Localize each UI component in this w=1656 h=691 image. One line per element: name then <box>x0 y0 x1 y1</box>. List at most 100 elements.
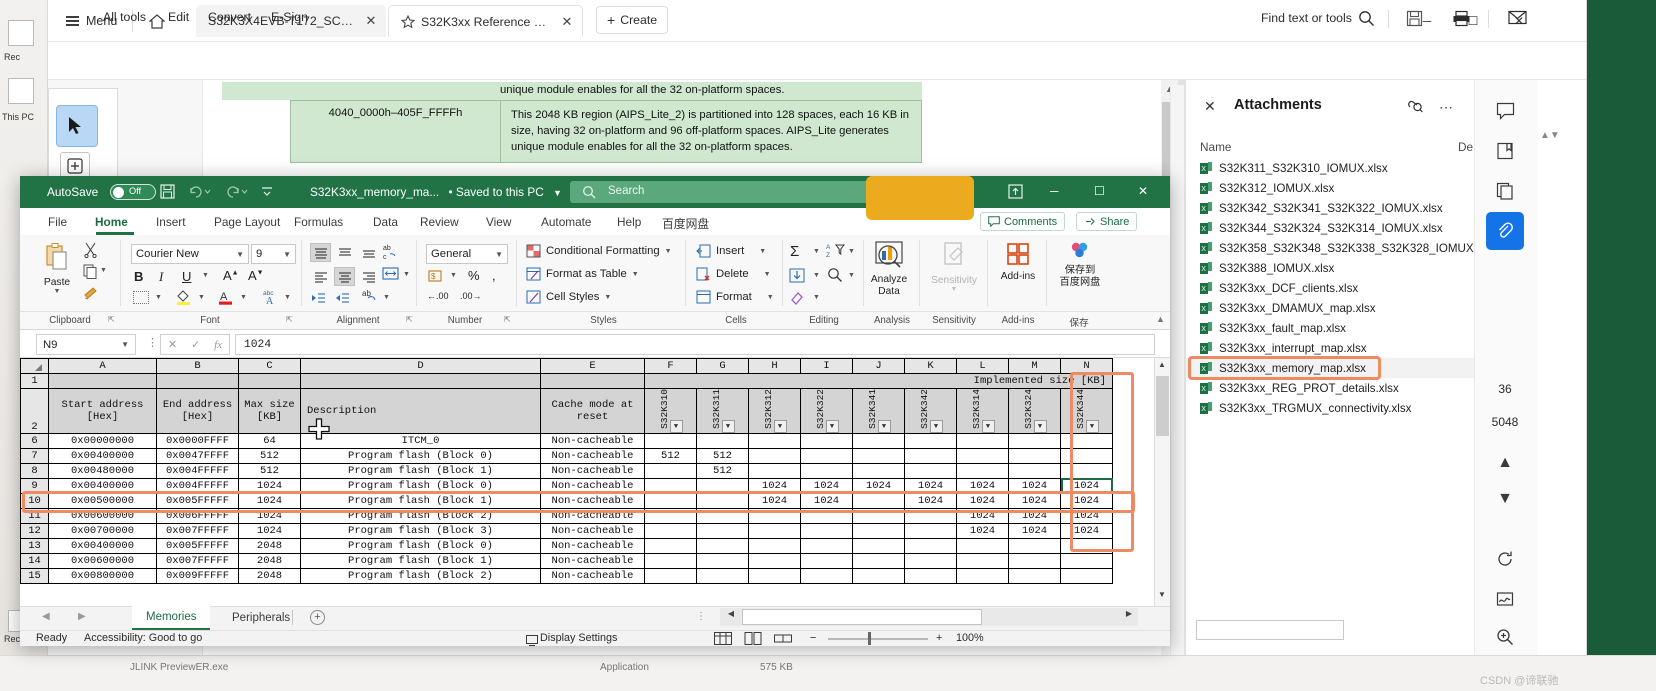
row-header-7[interactable]: 7 <box>20 447 49 464</box>
cell-size-S32K324[interactable] <box>1008 447 1061 464</box>
chevron-down-icon[interactable]: ▼ <box>813 272 820 279</box>
align-top-button[interactable] <box>310 243 331 262</box>
currency-format-button[interactable]: $ <box>428 269 444 288</box>
autosave-toggle[interactable]: Off <box>110 184 156 200</box>
wrap-text-button[interactable]: ab <box>362 288 380 309</box>
cell-size-S32K311[interactable] <box>696 522 749 539</box>
sensitivity-button[interactable]: Sensitivity ▼ <box>926 240 982 293</box>
column-header-C[interactable]: C <box>238 358 301 374</box>
cell-end-address[interactable]: 0x004FFFFF <box>156 462 239 479</box>
formula-bar-handle[interactable]: ⋮ <box>147 336 158 349</box>
cell-cache-mode[interactable]: Non-cacheable <box>540 522 645 539</box>
scroll-left-button[interactable]: ◀ <box>722 609 740 625</box>
cell-max-size[interactable]: 2048 <box>238 552 301 569</box>
align-middle-button[interactable] <box>334 243 355 262</box>
cell-size-S32K310[interactable] <box>644 552 697 569</box>
decrease-decimal-button[interactable]: .00→ <box>460 291 482 301</box>
ribbon-tab-insert[interactable]: Insert <box>156 215 186 229</box>
cell-size-S32K322[interactable] <box>800 462 853 479</box>
convert-button[interactable]: Convert <box>208 10 251 24</box>
grid-scrollbar-thumb[interactable] <box>1156 376 1169 436</box>
chevron-down-icon[interactable]: ▼ <box>759 248 766 255</box>
undo-icon[interactable] <box>188 184 212 204</box>
tab-split-handle[interactable]: ⋮ <box>696 611 706 622</box>
taskbar[interactable] <box>0 655 1656 691</box>
cell-max-size[interactable]: 2048 <box>238 567 301 584</box>
cell-size-S32K344[interactable] <box>1060 567 1113 584</box>
align-left-button[interactable] <box>310 267 331 286</box>
cell-size-S32K310[interactable] <box>644 537 697 554</box>
close-icon[interactable]: ✕ <box>1204 98 1216 115</box>
fill-button[interactable] <box>789 268 805 288</box>
number-format-combo[interactable]: General ▼ <box>426 244 508 264</box>
attachment-list-item[interactable]: X S32K358_S32K348_S32K338_S32K328_IOMUX.x… <box>1186 238 1497 258</box>
cell-size-S32K312[interactable] <box>748 522 801 539</box>
cell-size-S32K324[interactable]: 1024 <box>1008 522 1061 539</box>
cell-size-S32K310[interactable] <box>644 567 697 584</box>
paste-button[interactable]: Paste ▼ <box>38 242 76 295</box>
excel-maximize-button[interactable]: ☐ <box>1094 184 1105 198</box>
display-settings-icon[interactable] <box>526 633 538 651</box>
pdf-pane-scrollbar[interactable] <box>1170 85 1184 655</box>
cancel-formula-button[interactable]: ✕ <box>168 338 177 351</box>
cell-blank[interactable] <box>300 373 541 389</box>
filter-dropdown-icon[interactable]: ▼ <box>877 419 891 433</box>
cell-end-address[interactable]: 0x007FFFFF <box>156 522 239 539</box>
chevron-down-icon[interactable]: ▼ <box>926 286 982 293</box>
row-header-6[interactable]: 6 <box>20 432 49 449</box>
cell-max-size[interactable]: 2048 <box>238 537 301 554</box>
zoom-in-icon[interactable] <box>1486 618 1524 656</box>
attachment-list-item[interactable]: X S32K388_IOMUX.xlsx <box>1186 258 1475 278</box>
excel-minimize-button[interactable]: ─ <box>1050 184 1058 198</box>
sheet-table[interactable]: A B C D E F G H I J K L M N 1 Implemented size [KB] 2 Sta… <box>20 358 1113 584</box>
ribbon-tab-help[interactable]: Help <box>617 215 641 229</box>
chevron-down-icon[interactable]: ▼ <box>155 294 162 301</box>
ribbon-tab-formulas[interactable]: Formulas <box>294 215 343 229</box>
cell-size-S32K310[interactable] <box>644 462 697 479</box>
edit-button[interactable]: Edit <box>168 10 189 24</box>
add-ins-button[interactable]: Add-ins <box>995 242 1041 282</box>
next-sheet-button[interactable]: ▶ <box>78 611 86 622</box>
chevron-down-icon[interactable]: ▼ <box>632 271 639 278</box>
copy-icon[interactable] <box>83 264 98 284</box>
cell-size-S32K314[interactable] <box>956 537 1009 554</box>
cell-cache-mode[interactable]: Non-cacheable <box>540 567 645 584</box>
sheet-data-row[interactable]: 13 0x00400000 0x005FFFFF 2048 Program flash … <box>20 537 1113 554</box>
ribbon-tab-view[interactable]: View <box>486 215 511 229</box>
page-break-preview-button[interactable] <box>774 632 792 645</box>
column-header-M[interactable]: M <box>1008 358 1061 374</box>
chevron-down-icon[interactable]: ▼ <box>202 272 209 279</box>
cell-blank[interactable] <box>238 373 301 389</box>
cell-max-size[interactable]: 64 <box>238 432 301 449</box>
close-icon[interactable]: ✕ <box>362 13 380 29</box>
search-icon[interactable] <box>1358 10 1375 32</box>
align-right-button[interactable] <box>358 267 379 286</box>
zoom-slider-knob[interactable] <box>868 632 871 645</box>
cell-cache-mode[interactable]: Non-cacheable <box>540 552 645 569</box>
chevron-down-icon[interactable]: ▼ <box>283 250 291 259</box>
cell-size-S32K312[interactable] <box>748 432 801 449</box>
cell-size-S32K322[interactable] <box>800 522 853 539</box>
home-icon[interactable] <box>144 9 170 33</box>
ribbon-tab-data[interactable]: Data <box>373 215 398 229</box>
cell-size-S32K342[interactable] <box>904 567 957 584</box>
format-cells-button[interactable]: Format ▼ <box>696 290 774 304</box>
cell-blank[interactable] <box>156 373 239 389</box>
chevron-down-icon[interactable]: ▼ <box>100 267 107 274</box>
cell-description[interactable]: Program flash (Block 0) <box>300 537 541 554</box>
find-and-select-button[interactable] <box>827 267 843 288</box>
sort-and-filter-button[interactable]: AZ <box>826 242 846 264</box>
format-as-table-button[interactable]: Format as Table ▼ <box>526 267 639 281</box>
cell-size-S32K324[interactable] <box>1008 552 1061 569</box>
cell-size-S32K341[interactable] <box>852 567 905 584</box>
cell-blank[interactable] <box>48 373 157 389</box>
cell-size-S32K324[interactable] <box>1008 432 1061 449</box>
page-layout-view-button[interactable] <box>744 632 762 645</box>
increase-indent-button[interactable] <box>334 291 350 309</box>
insert-cells-button[interactable]: Insert ▼ <box>696 244 766 258</box>
column-header-H[interactable]: H <box>748 358 801 374</box>
cell-size-S32K322[interactable] <box>800 432 853 449</box>
rotate-icon[interactable] <box>1486 540 1524 578</box>
cell-max-size[interactable]: 1024 <box>238 522 301 539</box>
chevron-down-icon[interactable]: ▼ <box>383 294 390 301</box>
